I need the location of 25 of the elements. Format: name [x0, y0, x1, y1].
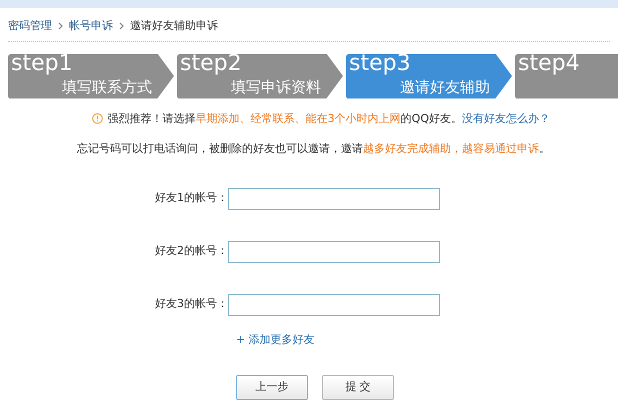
- account-input[interactable]: [228, 294, 440, 316]
- step-number: step4: [518, 50, 580, 78]
- step-label: 邀请好友辅助: [400, 76, 490, 96]
- step-number: step1: [11, 50, 73, 78]
- help-link[interactable]: 没有好友怎么办？: [462, 112, 550, 124]
- chevron-icon: [119, 22, 124, 30]
- breadcrumb-link[interactable]: 密码管理: [8, 18, 52, 34]
- account-input[interactable]: [228, 188, 440, 210]
- breadcrumb-current: 邀请好友辅助申诉: [130, 18, 218, 34]
- chevron-icon: [58, 22, 63, 30]
- breadcrumb-link[interactable]: 帐号申诉: [69, 18, 113, 34]
- step-number: step2: [180, 50, 242, 78]
- field-label: 好友1的帐号：: [154, 190, 228, 206]
- form-button[interactable]: 提 交: [322, 375, 394, 400]
- form-button[interactable]: 上一步: [236, 375, 308, 400]
- field-label: 好友2的帐号：: [154, 243, 228, 260]
- tip-text: 忘记号码可以打电话询问，被删除的好友也可以邀请，邀请越多好友完成辅助，越容易通过申诉。: [77, 141, 550, 157]
- step-number: step3: [349, 50, 411, 78]
- info-icon: [92, 113, 103, 124]
- add-friend-link[interactable]: + 添加更多好友: [236, 332, 315, 348]
- notice-text: 强烈推荐！请选择早期添加、经常联系、能在3个小时内上网的QQ好友。没有好友怎么办？: [108, 110, 550, 126]
- account-input[interactable]: [228, 240, 440, 262]
- step-label: 填写申诉资料: [231, 76, 321, 96]
- field-label: 好友3的帐号：: [154, 296, 228, 312]
- step-label: 填写联系方式: [62, 76, 152, 96]
